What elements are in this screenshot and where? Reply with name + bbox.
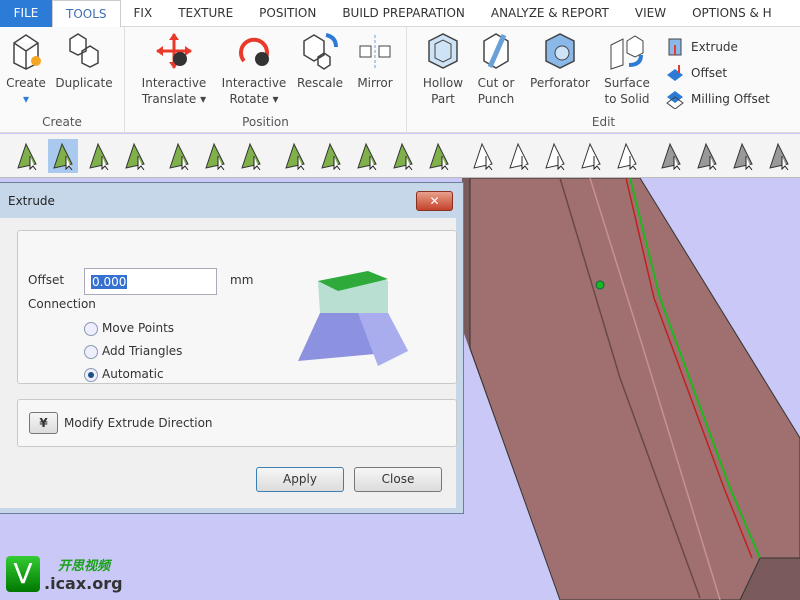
tab-position[interactable]: POSITION	[246, 0, 329, 27]
select-tool-13-icon[interactable]	[468, 139, 498, 173]
radio-label: Add Triangles	[102, 344, 183, 358]
tab-file[interactable]: FILE	[0, 0, 52, 27]
select-tool-17-icon[interactable]	[612, 139, 642, 173]
group-label-position: Position	[242, 115, 289, 129]
select-tool-11-icon[interactable]	[388, 139, 418, 173]
tab-texture[interactable]: TEXTURE	[165, 0, 246, 27]
group-label-edit: Edit	[591, 115, 616, 129]
radio-automatic[interactable]	[84, 368, 98, 382]
select-tool-8-icon[interactable]	[280, 139, 310, 173]
translate-arrows-icon	[156, 33, 192, 69]
mirror-button[interactable]: Mirror	[351, 31, 399, 91]
select-tool-14-icon[interactable]	[504, 139, 534, 173]
offset-icon	[667, 65, 683, 81]
mirror-icon	[359, 35, 391, 69]
hollow-part-button[interactable]: Hollow Part	[417, 31, 469, 107]
tab-build-preparation[interactable]: BUILD PREPARATION	[329, 0, 478, 27]
expand-chevron-icon[interactable]: ¥	[29, 412, 58, 434]
modify-direction-label: Modify Extrude Direction	[64, 416, 213, 430]
select-tool-19-icon[interactable]	[692, 139, 722, 173]
group-position: Interactive Translate ▾ Interactive Rotate…	[125, 27, 407, 133]
dialog-close-icon[interactable]: ✕	[416, 191, 453, 211]
modify-direction-panel: ¥ Modify Extrude Direction	[17, 399, 457, 447]
tab-tools[interactable]: TOOLS	[52, 0, 121, 27]
tab-fix[interactable]: FIX	[121, 0, 166, 27]
cut-or-punch-button[interactable]: Cut or Punch	[471, 31, 521, 107]
milling-offset-icon	[666, 91, 684, 109]
radio-label: Automatic	[102, 367, 164, 381]
extrude-button[interactable]: Extrude	[665, 37, 738, 57]
group-edit: Hollow Part Cut or Punch Perforator Surfac…	[407, 27, 800, 133]
tab-analyze-report[interactable]: ANALYZE & REPORT	[478, 0, 622, 27]
radio-label: Move Points	[102, 321, 175, 335]
apply-button[interactable]: Apply	[256, 467, 344, 492]
select-tool-10-icon[interactable]	[352, 139, 382, 173]
ribbon: Create ▾ Duplicate Create Interactive Tran…	[0, 27, 800, 133]
selection-toolbar	[0, 134, 800, 178]
close-button[interactable]: Close	[354, 467, 442, 492]
tab-options[interactable]: OPTIONS & H	[679, 0, 785, 27]
logo-v-icon: V	[6, 556, 40, 592]
radio-add-triangles[interactable]	[84, 345, 98, 359]
duplicate-button[interactable]: Duplicate	[54, 31, 114, 91]
offset-input[interactable]: 0.000	[84, 268, 217, 295]
tab-view[interactable]: VIEW	[622, 0, 679, 27]
hollow-part-icon	[428, 33, 458, 69]
extrude-options-panel: Offset 0.000 mm Connection Move Points A…	[17, 230, 457, 384]
group-label-create: Create	[42, 115, 82, 129]
extrude-dialog: Extrude ✕ Offset 0.000 mm Connection Mov…	[0, 182, 464, 514]
ribbon-tabs: FILE TOOLS FIX TEXTURE POSITION BUILD PR…	[0, 0, 800, 27]
extrude-preview-icon	[298, 271, 408, 366]
unit-label: mm	[230, 273, 254, 287]
select-tool-15-icon[interactable]	[540, 139, 570, 173]
select-tool-1-icon[interactable]	[12, 139, 42, 173]
select-tool-6-icon[interactable]	[200, 139, 230, 173]
select-tool-9-icon[interactable]	[316, 139, 346, 173]
surface-to-solid-icon	[610, 35, 644, 70]
duplicate-icon	[69, 33, 99, 68]
select-tool-18-icon[interactable]	[656, 139, 686, 173]
offset-button[interactable]: Offset	[665, 63, 727, 83]
cut-punch-icon	[483, 33, 509, 69]
group-create: Create ▾ Duplicate Create	[0, 27, 125, 133]
dialog-title: Extrude	[8, 194, 55, 208]
select-tool-20-icon[interactable]	[728, 139, 758, 173]
interactive-rotate-button[interactable]: Interactive Rotate ▾	[215, 31, 293, 107]
rotate-icon	[239, 37, 269, 66]
radio-move-points[interactable]	[84, 322, 98, 336]
rescale-icon	[303, 33, 338, 70]
part-center-point	[595, 280, 605, 290]
select-tool-12-icon[interactable]	[424, 139, 454, 173]
offset-label: Offset	[28, 273, 65, 287]
select-tool-5-icon[interactable]	[164, 139, 194, 173]
select-tool-7-icon[interactable]	[236, 139, 266, 173]
create-button[interactable]: Create ▾	[4, 31, 48, 107]
watermark-site: .icax.org	[44, 574, 123, 593]
perforator-button[interactable]: Perforator	[525, 31, 595, 91]
interactive-translate-button[interactable]: Interactive Translate ▾	[135, 31, 213, 107]
select-tool-16-icon[interactable]	[576, 139, 606, 173]
select-tool-2-icon[interactable]	[48, 138, 78, 173]
watermark-logo: V 开思视频 .icax.org	[6, 555, 123, 593]
cube-create-icon	[13, 34, 41, 70]
select-tool-21-icon[interactable]	[764, 139, 794, 173]
watermark-cn: 开思视频	[58, 559, 111, 574]
perforator-icon	[545, 33, 575, 69]
connection-label: Connection	[28, 297, 96, 311]
milling-offset-button[interactable]: Milling Offset	[665, 89, 770, 109]
select-tool-3-icon[interactable]	[84, 139, 114, 173]
select-tool-4-icon[interactable]	[120, 139, 150, 173]
surface-to-solid-button[interactable]: Surface to Solid	[599, 31, 655, 107]
extrude-icon	[668, 38, 682, 56]
rescale-button[interactable]: Rescale	[295, 31, 345, 91]
